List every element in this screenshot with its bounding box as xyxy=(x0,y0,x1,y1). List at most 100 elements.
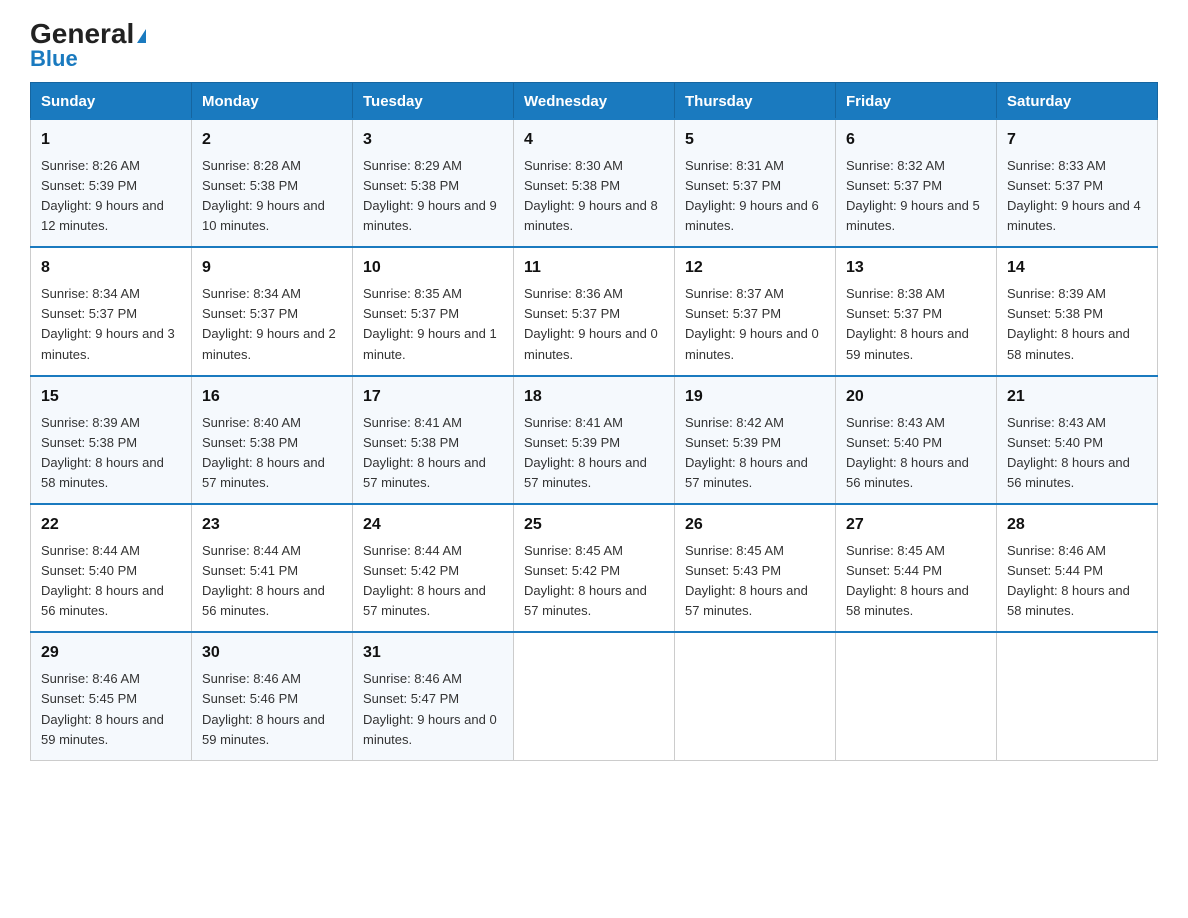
day-info: Sunrise: 8:40 AMSunset: 5:38 PMDaylight:… xyxy=(202,415,325,490)
day-info: Sunrise: 8:45 AMSunset: 5:43 PMDaylight:… xyxy=(685,543,808,618)
day-number: 26 xyxy=(685,513,825,538)
day-info: Sunrise: 8:46 AMSunset: 5:47 PMDaylight:… xyxy=(363,671,497,746)
day-number: 29 xyxy=(41,641,181,666)
calendar-cell: 10 Sunrise: 8:35 AMSunset: 5:37 PMDayligh… xyxy=(353,247,514,375)
calendar-cell: 8 Sunrise: 8:34 AMSunset: 5:37 PMDaylight… xyxy=(31,247,192,375)
calendar-cell: 3 Sunrise: 8:29 AMSunset: 5:38 PMDaylight… xyxy=(353,119,514,247)
day-number: 5 xyxy=(685,128,825,153)
calendar-table: SundayMondayTuesdayWednesdayThursdayFrid… xyxy=(30,82,1158,761)
day-number: 19 xyxy=(685,385,825,410)
calendar-week-row: 15 Sunrise: 8:39 AMSunset: 5:38 PMDayligh… xyxy=(31,376,1158,504)
day-info: Sunrise: 8:38 AMSunset: 5:37 PMDaylight:… xyxy=(846,286,969,361)
calendar-cell: 24 Sunrise: 8:44 AMSunset: 5:42 PMDayligh… xyxy=(353,504,514,632)
calendar-cell: 7 Sunrise: 8:33 AMSunset: 5:37 PMDaylight… xyxy=(997,119,1158,247)
calendar-cell: 12 Sunrise: 8:37 AMSunset: 5:37 PMDayligh… xyxy=(675,247,836,375)
day-number: 15 xyxy=(41,385,181,410)
day-number: 14 xyxy=(1007,256,1147,281)
day-number: 22 xyxy=(41,513,181,538)
day-number: 17 xyxy=(363,385,503,410)
calendar-cell: 26 Sunrise: 8:45 AMSunset: 5:43 PMDayligh… xyxy=(675,504,836,632)
day-info: Sunrise: 8:41 AMSunset: 5:38 PMDaylight:… xyxy=(363,415,486,490)
day-number: 1 xyxy=(41,128,181,153)
day-info: Sunrise: 8:37 AMSunset: 5:37 PMDaylight:… xyxy=(685,286,819,361)
day-number: 4 xyxy=(524,128,664,153)
logo-general: General xyxy=(30,20,146,48)
day-number: 7 xyxy=(1007,128,1147,153)
header-wednesday: Wednesday xyxy=(514,83,675,120)
calendar-cell: 17 Sunrise: 8:41 AMSunset: 5:38 PMDayligh… xyxy=(353,376,514,504)
day-info: Sunrise: 8:26 AMSunset: 5:39 PMDaylight:… xyxy=(41,158,164,233)
day-info: Sunrise: 8:34 AMSunset: 5:37 PMDaylight:… xyxy=(202,286,336,361)
calendar-cell: 16 Sunrise: 8:40 AMSunset: 5:38 PMDayligh… xyxy=(192,376,353,504)
day-info: Sunrise: 8:32 AMSunset: 5:37 PMDaylight:… xyxy=(846,158,980,233)
calendar-cell: 9 Sunrise: 8:34 AMSunset: 5:37 PMDaylight… xyxy=(192,247,353,375)
day-number: 9 xyxy=(202,256,342,281)
calendar-cell: 1 Sunrise: 8:26 AMSunset: 5:39 PMDaylight… xyxy=(31,119,192,247)
calendar-cell: 20Sunrise: 8:43 AMSunset: 5:40 PMDayligh… xyxy=(836,376,997,504)
day-info: Sunrise: 8:31 AMSunset: 5:37 PMDaylight:… xyxy=(685,158,819,233)
day-info: Sunrise: 8:35 AMSunset: 5:37 PMDaylight:… xyxy=(363,286,497,361)
calendar-cell: 6Sunrise: 8:32 AMSunset: 5:37 PMDaylight… xyxy=(836,119,997,247)
calendar-cell: 23 Sunrise: 8:44 AMSunset: 5:41 PMDayligh… xyxy=(192,504,353,632)
header-sunday: Sunday xyxy=(31,83,192,120)
day-number: 11 xyxy=(524,256,664,281)
calendar-cell xyxy=(675,632,836,760)
day-info: Sunrise: 8:46 AMSunset: 5:44 PMDaylight:… xyxy=(1007,543,1130,618)
day-info: Sunrise: 8:28 AMSunset: 5:38 PMDaylight:… xyxy=(202,158,325,233)
calendar-header-row: SundayMondayTuesdayWednesdayThursdayFrid… xyxy=(31,83,1158,120)
day-info: Sunrise: 8:36 AMSunset: 5:37 PMDaylight:… xyxy=(524,286,658,361)
day-info: Sunrise: 8:44 AMSunset: 5:42 PMDaylight:… xyxy=(363,543,486,618)
day-info: Sunrise: 8:39 AMSunset: 5:38 PMDaylight:… xyxy=(41,415,164,490)
day-number: 23 xyxy=(202,513,342,538)
calendar-cell: 31 Sunrise: 8:46 AMSunset: 5:47 PMDayligh… xyxy=(353,632,514,760)
calendar-cell: 22Sunrise: 8:44 AMSunset: 5:40 PMDayligh… xyxy=(31,504,192,632)
header-friday: Friday xyxy=(836,83,997,120)
header-saturday: Saturday xyxy=(997,83,1158,120)
day-info: Sunrise: 8:30 AMSunset: 5:38 PMDaylight:… xyxy=(524,158,658,233)
calendar-cell: 30 Sunrise: 8:46 AMSunset: 5:46 PMDayligh… xyxy=(192,632,353,760)
calendar-cell: 2Sunrise: 8:28 AMSunset: 5:38 PMDaylight… xyxy=(192,119,353,247)
calendar-cell: 14 Sunrise: 8:39 AMSunset: 5:38 PMDayligh… xyxy=(997,247,1158,375)
day-number: 24 xyxy=(363,513,503,538)
day-number: 27 xyxy=(846,513,986,538)
day-info: Sunrise: 8:33 AMSunset: 5:37 PMDaylight:… xyxy=(1007,158,1141,233)
calendar-cell: 4 Sunrise: 8:30 AMSunset: 5:38 PMDaylight… xyxy=(514,119,675,247)
calendar-cell: 13 Sunrise: 8:38 AMSunset: 5:37 PMDayligh… xyxy=(836,247,997,375)
day-number: 16 xyxy=(202,385,342,410)
day-info: Sunrise: 8:46 AMSunset: 5:46 PMDaylight:… xyxy=(202,671,325,746)
calendar-cell xyxy=(514,632,675,760)
day-number: 3 xyxy=(363,128,503,153)
logo-blue: Blue xyxy=(30,46,78,72)
day-info: Sunrise: 8:39 AMSunset: 5:38 PMDaylight:… xyxy=(1007,286,1130,361)
day-info: Sunrise: 8:45 AMSunset: 5:42 PMDaylight:… xyxy=(524,543,647,618)
calendar-week-row: 1 Sunrise: 8:26 AMSunset: 5:39 PMDaylight… xyxy=(31,119,1158,247)
day-number: 12 xyxy=(685,256,825,281)
day-number: 25 xyxy=(524,513,664,538)
calendar-cell: 25 Sunrise: 8:45 AMSunset: 5:42 PMDayligh… xyxy=(514,504,675,632)
day-info: Sunrise: 8:29 AMSunset: 5:38 PMDaylight:… xyxy=(363,158,497,233)
calendar-cell: 11 Sunrise: 8:36 AMSunset: 5:37 PMDayligh… xyxy=(514,247,675,375)
day-number: 30 xyxy=(202,641,342,666)
day-number: 10 xyxy=(363,256,503,281)
day-info: Sunrise: 8:41 AMSunset: 5:39 PMDaylight:… xyxy=(524,415,647,490)
day-info: Sunrise: 8:34 AMSunset: 5:37 PMDaylight:… xyxy=(41,286,175,361)
calendar-cell: 29Sunrise: 8:46 AMSunset: 5:45 PMDayligh… xyxy=(31,632,192,760)
day-info: Sunrise: 8:42 AMSunset: 5:39 PMDaylight:… xyxy=(685,415,808,490)
calendar-week-row: 8 Sunrise: 8:34 AMSunset: 5:37 PMDaylight… xyxy=(31,247,1158,375)
logo: General Blue xyxy=(30,20,146,72)
day-info: Sunrise: 8:43 AMSunset: 5:40 PMDaylight:… xyxy=(846,415,969,490)
calendar-cell: 15 Sunrise: 8:39 AMSunset: 5:38 PMDayligh… xyxy=(31,376,192,504)
header-thursday: Thursday xyxy=(675,83,836,120)
day-info: Sunrise: 8:44 AMSunset: 5:41 PMDaylight:… xyxy=(202,543,325,618)
calendar-week-row: 22Sunrise: 8:44 AMSunset: 5:40 PMDayligh… xyxy=(31,504,1158,632)
calendar-cell: 18 Sunrise: 8:41 AMSunset: 5:39 PMDayligh… xyxy=(514,376,675,504)
calendar-cell xyxy=(997,632,1158,760)
day-number: 31 xyxy=(363,641,503,666)
calendar-cell: 21Sunrise: 8:43 AMSunset: 5:40 PMDayligh… xyxy=(997,376,1158,504)
day-number: 18 xyxy=(524,385,664,410)
calendar-week-row: 29Sunrise: 8:46 AMSunset: 5:45 PMDayligh… xyxy=(31,632,1158,760)
day-number: 8 xyxy=(41,256,181,281)
day-info: Sunrise: 8:45 AMSunset: 5:44 PMDaylight:… xyxy=(846,543,969,618)
day-number: 13 xyxy=(846,256,986,281)
day-number: 21 xyxy=(1007,385,1147,410)
